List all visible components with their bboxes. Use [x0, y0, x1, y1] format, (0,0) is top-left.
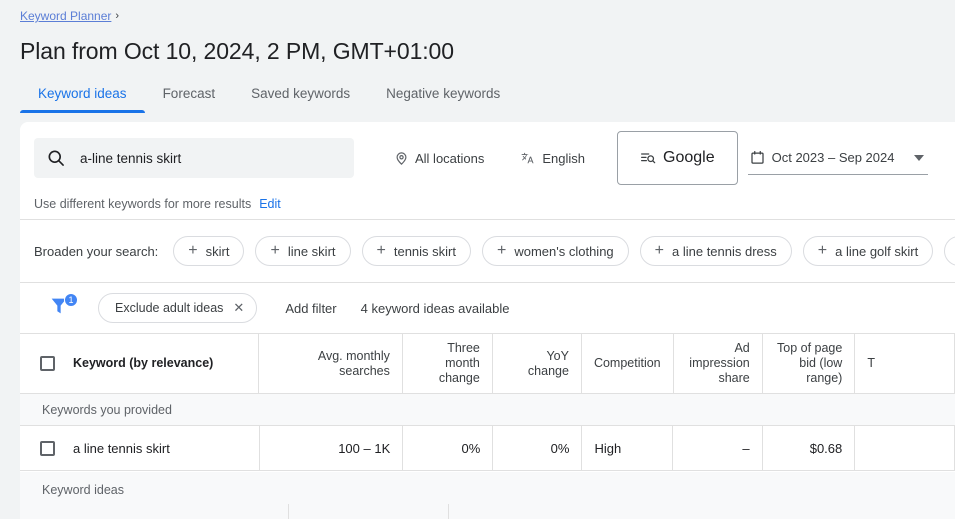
- tab-saved-keywords[interactable]: Saved keywords: [233, 86, 368, 113]
- bottom-column-divider-2: [448, 504, 449, 519]
- plus-icon: +: [188, 242, 198, 259]
- table-header-avg-monthly-searches[interactable]: Avg. monthly searches: [259, 334, 403, 393]
- network-search-icon: [640, 150, 656, 166]
- table-header-keyword[interactable]: Keyword (by relevance): [20, 334, 260, 393]
- tab-keyword-ideas[interactable]: Keyword ideas: [20, 86, 145, 113]
- language-selector[interactable]: English: [520, 150, 585, 166]
- row-keyword-cell[interactable]: a line tennis skirt: [20, 426, 260, 470]
- translate-icon: [520, 150, 536, 166]
- language-label: English: [542, 150, 586, 166]
- keyword-ideas-count: 4 keyword ideas available: [360, 300, 510, 316]
- row-top-of-page-bid-low: $0.68: [763, 426, 856, 470]
- plus-icon: +: [270, 242, 280, 259]
- table-header-three-month-change[interactable]: Three month change: [403, 334, 493, 393]
- table-header-ad-impression-share[interactable]: Ad impression share: [674, 334, 763, 393]
- broaden-chip-a-line-golf-skirt[interactable]: + a line golf skirt: [802, 236, 934, 266]
- location-pin-icon: [394, 151, 409, 166]
- edit-keywords-link[interactable]: Edit: [259, 197, 281, 211]
- tab-negative-keywords[interactable]: Negative keywords: [368, 86, 518, 113]
- row-top-of-page-bid-high: [855, 426, 955, 470]
- breadcrumb-link-keyword-planner[interactable]: Keyword Planner: [20, 8, 111, 24]
- network-selector[interactable]: Google: [617, 131, 738, 185]
- column-label: Keyword (by relevance): [73, 356, 214, 370]
- keyword-hint-row: Use different keywords for more results …: [20, 190, 955, 218]
- filter-toolbar: 1 Exclude adult ideas ✕ Add filter 4 key…: [20, 283, 955, 333]
- chip-label: women's clothing: [514, 243, 614, 259]
- chip-label: skirt: [205, 243, 230, 259]
- chip-label: line skirt: [287, 243, 336, 259]
- chevron-down-icon[interactable]: [913, 154, 924, 161]
- broaden-chip-truncated[interactable]: + a lin: [944, 236, 955, 266]
- filter-count-badge: 1: [64, 293, 78, 307]
- row-avg-monthly-searches: 100 – 1K: [260, 426, 404, 470]
- broaden-chip-womens-clothing[interactable]: + women's clothing: [482, 236, 629, 266]
- row-yoy-change: 0%: [493, 426, 583, 470]
- chevron-right-icon: ›: [115, 10, 120, 22]
- calendar-icon: [750, 150, 765, 165]
- breadcrumb: Keyword Planner ›: [20, 8, 119, 24]
- date-range-selector[interactable]: Oct 2023 – Sep 2024: [747, 141, 928, 175]
- close-icon[interactable]: ✕: [233, 300, 244, 316]
- active-filter-label: Exclude adult ideas: [115, 301, 224, 315]
- locations-selector[interactable]: All locations: [394, 151, 484, 166]
- table-header-yoy-change[interactable]: YoY change: [493, 334, 582, 393]
- broaden-chip-tennis-skirt[interactable]: + tennis skirt: [361, 236, 471, 266]
- hint-text: Use different keywords for more results: [34, 197, 252, 211]
- locations-label: All locations: [415, 150, 485, 166]
- row-checkbox[interactable]: [40, 440, 55, 456]
- network-label: Google: [663, 149, 715, 166]
- search-input-value: a-line tennis skirt: [80, 150, 182, 166]
- main-card: a-line tennis skirt All locations Englis…: [20, 122, 955, 519]
- section-keywords-you-provided: Keywords you provided: [20, 394, 955, 426]
- chip-label: a line tennis dress: [672, 243, 777, 259]
- table-header-competition[interactable]: Competition: [582, 334, 674, 393]
- chip-label: a line golf skirt: [835, 243, 919, 259]
- plus-icon: +: [497, 242, 507, 259]
- broaden-search-row: Broaden your search: + skirt + line skir…: [20, 220, 955, 282]
- keyword-planner-page: Keyword Planner › Plan from Oct 10, 2024…: [0, 0, 955, 519]
- section-keyword-ideas: Keyword ideas: [20, 472, 955, 519]
- plus-icon: +: [654, 242, 664, 259]
- row-ad-impression-share: –: [673, 426, 763, 470]
- table-row[interactable]: a line tennis skirt 100 – 1K 0% 0% High …: [20, 426, 955, 471]
- table-header-top-of-page-bid-high[interactable]: T: [855, 334, 955, 393]
- section-keyword-ideas-label: Keyword ideas: [42, 483, 124, 497]
- broaden-chip-skirt[interactable]: + skirt: [173, 236, 245, 266]
- broaden-chip-a-line-tennis-dress[interactable]: + a line tennis dress: [639, 236, 792, 266]
- keyword-table: Keyword (by relevance) Avg. monthly sear…: [20, 333, 955, 471]
- row-three-month-change: 0%: [403, 426, 494, 470]
- chip-label: tennis skirt: [393, 243, 456, 259]
- plus-icon: +: [817, 242, 828, 259]
- tab-bar: Keyword ideas Forecast Saved keywords Ne…: [20, 86, 518, 113]
- row-competition: High: [582, 426, 674, 470]
- bottom-column-divider-1: [288, 504, 289, 519]
- date-range-label: Oct 2023 – Sep 2024: [771, 150, 895, 165]
- table-header-top-of-page-bid-low[interactable]: Top of page bid (low range): [763, 334, 856, 393]
- plus-icon: +: [376, 242, 386, 259]
- page-title: Plan from Oct 10, 2024, 2 PM, GMT+01:00: [20, 38, 454, 64]
- search-toolbar: a-line tennis skirt All locations Englis…: [20, 122, 955, 194]
- broaden-chip-line-skirt[interactable]: + line skirt: [255, 236, 351, 266]
- tab-forecast[interactable]: Forecast: [145, 86, 234, 113]
- table-header-row: Keyword (by relevance) Avg. monthly sear…: [20, 333, 955, 394]
- select-all-checkbox[interactable]: [40, 356, 55, 371]
- broaden-label: Broaden your search:: [34, 243, 159, 259]
- row-keyword-label: a line tennis skirt: [73, 440, 170, 456]
- search-input[interactable]: a-line tennis skirt: [34, 138, 354, 178]
- active-filter-chip[interactable]: Exclude adult ideas ✕: [98, 293, 258, 323]
- filter-icon[interactable]: 1: [48, 293, 78, 321]
- add-filter-button[interactable]: Add filter: [285, 301, 336, 316]
- search-icon: [46, 148, 66, 168]
